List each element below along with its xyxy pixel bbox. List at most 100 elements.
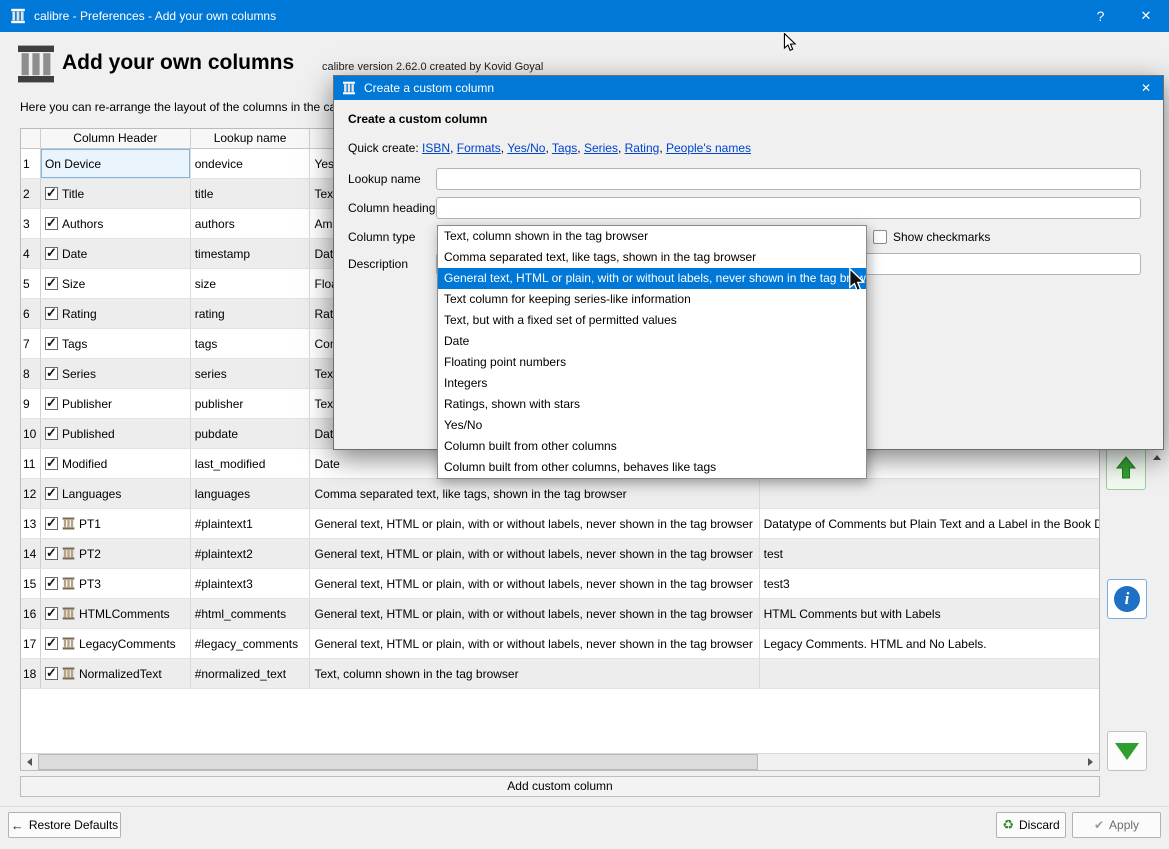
- column-header-cell[interactable]: Publisher: [41, 389, 191, 418]
- row-checkbox[interactable]: [44, 515, 58, 531]
- lookup-name-cell[interactable]: pubdate: [191, 419, 311, 448]
- column-header-cell[interactable]: Authors: [41, 209, 191, 238]
- move-down-button[interactable]: [1107, 731, 1147, 771]
- column-header-cell[interactable]: Date: [41, 239, 191, 268]
- lookup-name-cell[interactable]: authors: [191, 209, 311, 238]
- row-checkbox[interactable]: [44, 635, 58, 651]
- description-cell[interactable]: Legacy Comments. HTML and No Labels.: [760, 629, 1099, 658]
- scrollbar-thumb[interactable]: [38, 754, 758, 770]
- column-type-option[interactable]: Text, column shown in the tag browser: [438, 226, 866, 247]
- lookup-name-cell[interactable]: #plaintext2: [191, 539, 311, 568]
- column-type-option[interactable]: Integers: [438, 373, 866, 394]
- column-type-listbox[interactable]: Text, column shown in the tag browser Com…: [437, 225, 867, 479]
- help-button[interactable]: ?: [1078, 0, 1123, 32]
- column-type-option[interactable]: Text, but with a fixed set of permitted …: [438, 310, 866, 331]
- lookup-name-cell[interactable]: #normalized_text: [191, 659, 311, 688]
- row-checkbox[interactable]: [44, 395, 58, 411]
- add-custom-column-button[interactable]: Add custom column: [20, 776, 1100, 797]
- window-close-button[interactable]: ✕: [1123, 0, 1169, 32]
- column-type-option[interactable]: Column built from other columns: [438, 436, 866, 457]
- column-header-cell[interactable]: Rating: [41, 299, 191, 328]
- row-checkbox[interactable]: [44, 335, 58, 351]
- column-type-option[interactable]: Yes/No: [438, 415, 866, 436]
- lookup-name-cell[interactable]: timestamp: [191, 239, 311, 268]
- dialog-close-button[interactable]: ✕: [1129, 76, 1163, 100]
- header-column-header[interactable]: Column Header: [41, 129, 191, 148]
- datatype-cell[interactable]: General text, HTML or plain, with or wit…: [310, 509, 760, 538]
- row-checkbox[interactable]: [44, 545, 58, 561]
- column-header-cell[interactable]: PT3: [41, 569, 191, 598]
- show-checkmarks-checkbox[interactable]: [873, 230, 887, 244]
- lookup-name-input[interactable]: [436, 168, 1141, 190]
- column-header-cell[interactable]: Published: [41, 419, 191, 448]
- column-header-cell[interactable]: Languages: [41, 479, 191, 508]
- row-checkbox[interactable]: [44, 275, 58, 291]
- lookup-name-cell[interactable]: #html_comments: [191, 599, 311, 628]
- lookup-name-cell[interactable]: #plaintext1: [191, 509, 311, 538]
- column-header-cell[interactable]: PT1: [41, 509, 191, 538]
- lookup-name-cell[interactable]: publisher: [191, 389, 311, 418]
- quick-create-link[interactable]: People's names: [666, 141, 751, 155]
- move-up-button[interactable]: [1106, 446, 1146, 490]
- column-type-option[interactable]: Column built from other columns, behaves…: [438, 457, 866, 478]
- description-cell[interactable]: Datatype of Comments but Plain Text and …: [760, 509, 1099, 538]
- lookup-name-cell[interactable]: last_modified: [191, 449, 311, 478]
- datatype-cell[interactable]: General text, HTML or plain, with or wit…: [310, 599, 760, 628]
- row-checkbox[interactable]: [44, 245, 58, 261]
- table-row[interactable]: 14 PT2 #plaintext2General text, HTML or pl…: [21, 539, 1099, 569]
- column-header-cell[interactable]: NormalizedText: [41, 659, 191, 688]
- scroll-right-button[interactable]: [1082, 754, 1099, 770]
- scroll-left-button[interactable]: [21, 754, 38, 770]
- table-row[interactable]: 15 PT3 #plaintext3General text, HTML or pl…: [21, 569, 1099, 599]
- datatype-cell[interactable]: Comma separated text, like tags, shown i…: [310, 479, 760, 508]
- column-header-cell[interactable]: Tags: [41, 329, 191, 358]
- description-cell[interactable]: [760, 479, 1099, 508]
- row-checkbox[interactable]: [44, 575, 58, 591]
- column-header-cell[interactable]: HTMLComments: [41, 599, 191, 628]
- datatype-cell[interactable]: Text, column shown in the tag browser: [310, 659, 760, 688]
- table-row[interactable]: 13 PT1 #plaintext1General text, HTML or pl…: [21, 509, 1099, 539]
- row-checkbox[interactable]: [44, 305, 58, 321]
- quick-create-link[interactable]: Formats: [457, 141, 501, 155]
- quick-create-link[interactable]: Rating: [625, 141, 660, 155]
- scroll-up-button[interactable]: [1150, 450, 1164, 464]
- apply-button[interactable]: ✔ Apply: [1072, 812, 1161, 838]
- lookup-name-cell[interactable]: languages: [191, 479, 311, 508]
- info-button[interactable]: i: [1107, 579, 1147, 619]
- datatype-cell[interactable]: General text, HTML or plain, with or wit…: [310, 629, 760, 658]
- description-cell[interactable]: test: [760, 539, 1099, 568]
- column-header-cell[interactable]: LegacyComments: [41, 629, 191, 658]
- table-row[interactable]: 17 LegacyComments #legacy_commentsGeneral …: [21, 629, 1099, 659]
- description-cell[interactable]: [760, 659, 1099, 688]
- row-checkbox[interactable]: [44, 425, 58, 441]
- column-type-option[interactable]: Ratings, shown with stars: [438, 394, 866, 415]
- column-header-cell[interactable]: On Device: [40, 149, 191, 178]
- row-checkbox[interactable]: [44, 605, 58, 621]
- quick-create-link[interactable]: Tags: [552, 141, 577, 155]
- table-row[interactable]: 18 NormalizedText #normalized_textText, co…: [21, 659, 1099, 689]
- column-header-cell[interactable]: Modified: [41, 449, 191, 478]
- column-type-option[interactable]: Comma separated text, like tags, shown i…: [438, 247, 866, 268]
- header-lookup-name[interactable]: Lookup name: [191, 129, 311, 148]
- column-heading-input[interactable]: [436, 197, 1141, 219]
- lookup-name-cell[interactable]: tags: [191, 329, 311, 358]
- column-header-cell[interactable]: PT2: [41, 539, 191, 568]
- quick-create-link[interactable]: ISBN: [422, 141, 450, 155]
- discard-button[interactable]: ♻ Discard: [996, 812, 1066, 838]
- column-type-option[interactable]: Text column for keeping series-like info…: [438, 289, 866, 310]
- row-checkbox[interactable]: [44, 215, 58, 231]
- column-header-cell[interactable]: Size: [41, 269, 191, 298]
- row-checkbox[interactable]: [44, 185, 58, 201]
- datatype-cell[interactable]: General text, HTML or plain, with or wit…: [310, 569, 760, 598]
- row-checkbox[interactable]: [44, 665, 58, 681]
- column-header-cell[interactable]: Series: [41, 359, 191, 388]
- lookup-name-cell[interactable]: series: [191, 359, 311, 388]
- column-type-option[interactable]: General text, HTML or plain, with or wit…: [438, 268, 866, 289]
- lookup-name-cell[interactable]: rating: [191, 299, 311, 328]
- horizontal-scrollbar[interactable]: [21, 753, 1099, 770]
- row-checkbox[interactable]: [44, 485, 58, 501]
- lookup-name-cell[interactable]: ondevice: [191, 149, 311, 178]
- description-cell[interactable]: HTML Comments but with Labels: [760, 599, 1099, 628]
- table-row[interactable]: 12 Languages languagesComma separated text…: [21, 479, 1099, 509]
- row-checkbox[interactable]: [44, 455, 58, 471]
